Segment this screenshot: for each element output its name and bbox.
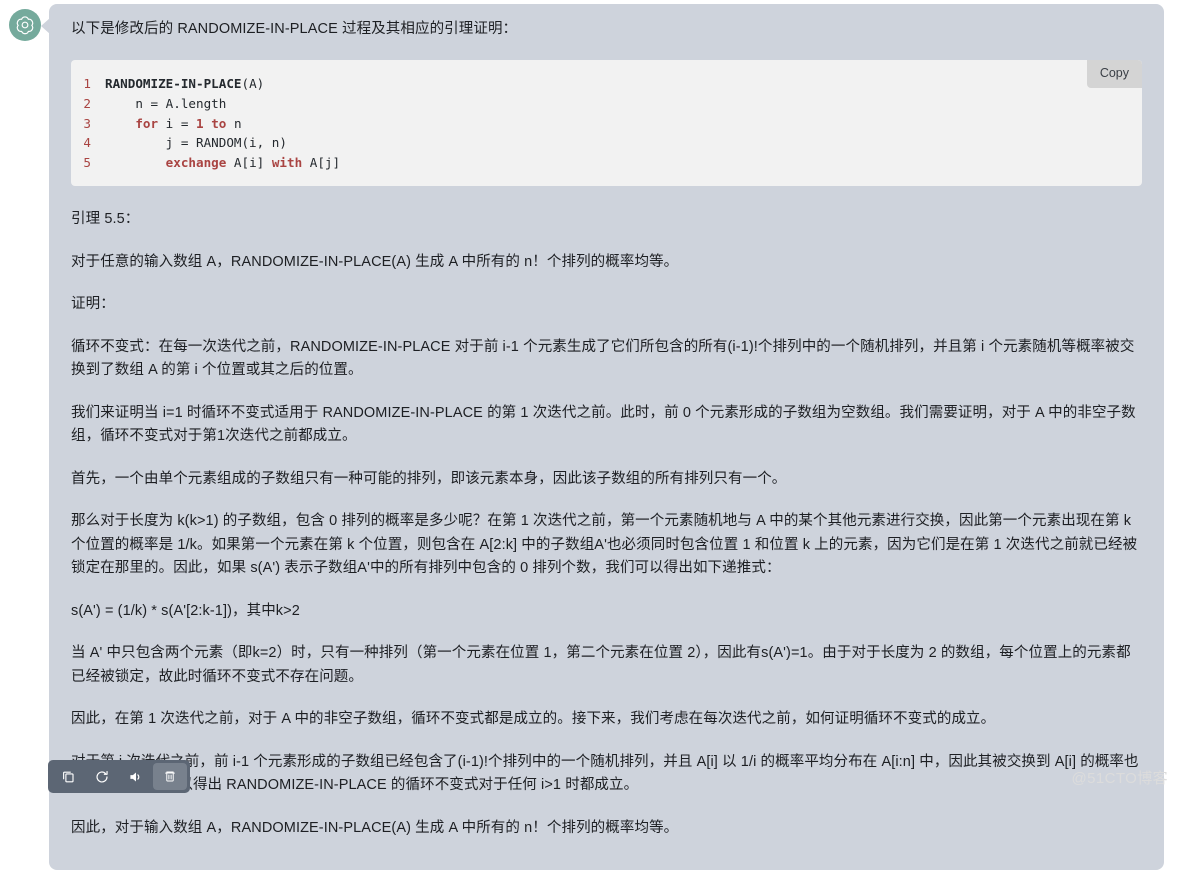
line-number: 3: [83, 115, 91, 131]
code-block: Copy 1 RANDOMIZE-IN-PLACE(A) 2 n = A.lengt…: [71, 60, 1142, 187]
delete-button[interactable]: [153, 763, 187, 790]
openai-logo-icon: [14, 14, 36, 36]
line-number: 5: [83, 154, 91, 170]
line-number: 2: [83, 96, 91, 112]
code-line: 4 j = RANDOM(i, n): [71, 133, 1142, 153]
code-line: 5 exchange A[i] with A[j]: [71, 153, 1142, 173]
paragraph-first-iteration-conclusion: 因此，在第 1 次迭代之前，对于 A 中的非空子数组，循环不变式都是成立的。接下…: [71, 711, 996, 728]
paragraph-recurrence: s(A') = (1/k) * s(A'[2:k-1])，其中k>2: [71, 602, 300, 619]
trash-icon: [163, 769, 177, 784]
code-line: 3 for i = 1 to n: [71, 114, 1142, 134]
paragraph-lemma-title: 引理 5.5：: [71, 211, 140, 228]
avatar: [9, 9, 41, 41]
paragraph-length-k: 那么对于长度为 k(k>1) 的子数组，包含 0 排列的概率是多少呢？在第 1 …: [71, 513, 1138, 577]
regenerate-button[interactable]: [85, 763, 119, 790]
code-text: n = A.length: [105, 96, 227, 112]
assistant-message-row: 以下是修改后的 RANDOMIZE-IN-PLACE 过程及其相应的引理证明： …: [0, 0, 1182, 870]
code-line: 2 n = A.length: [71, 94, 1142, 114]
paragraph-proof-title: 证明：: [71, 296, 115, 313]
message-bubble: 以下是修改后的 RANDOMIZE-IN-PLACE 过程及其相应的引理证明： …: [49, 4, 1164, 870]
code-line: 1 RANDOMIZE-IN-PLACE(A): [71, 74, 1142, 94]
message-content: 以下是修改后的 RANDOMIZE-IN-PLACE 过程及其相应的引理证明： …: [49, 4, 1164, 870]
code-text: j = RANDOM(i, n): [105, 135, 287, 151]
speaker-icon: [128, 769, 144, 785]
read-aloud-button[interactable]: [119, 763, 153, 790]
paragraph-single-element: 首先，一个由单个元素组成的子数组只有一种可能的排列，即该元素本身，因此该子数组的…: [71, 470, 787, 487]
paragraph-loop-invariant: 循环不变式：在每一次迭代之前，RANDOMIZE-IN-PLACE 对于前 i-…: [71, 338, 1135, 379]
intro-paragraph: 以下是修改后的 RANDOMIZE-IN-PLACE 过程及其相应的引理证明：: [71, 21, 518, 37]
copy-icon: [61, 769, 76, 784]
code-text: exchange A[i] with A[j]: [165, 154, 341, 170]
message-bubble-wrapper: 以下是修改后的 RANDOMIZE-IN-PLACE 过程及其相应的引理证明： …: [41, 4, 1164, 870]
paragraph-final-conclusion: 因此，对于输入数组 A，RANDOMIZE-IN-PLACE(A) 生成 A 中…: [71, 819, 679, 836]
paragraph-lemma-statement: 对于任意的输入数组 A，RANDOMIZE-IN-PLACE(A) 生成 A 中…: [71, 253, 679, 270]
code-content: 1 RANDOMIZE-IN-PLACE(A) 2 n = A.length 3 fo…: [71, 74, 1142, 172]
paragraph-two-elements: 当 A' 中只包含两个元素（即k=2）时，只有一种排列（第一个元素在位置 1，第…: [71, 645, 1131, 685]
line-number: 4: [83, 135, 91, 151]
watermark: @51CTO博客: [1071, 770, 1168, 787]
message-action-toolbar: [48, 760, 190, 793]
copy-code-button[interactable]: Copy: [1086, 60, 1142, 89]
paragraph-ith-iteration: 对于第 i 次迭代之前，前 i-1 个元素形成的子数组已经包含了(i-1)!个排…: [71, 753, 1139, 794]
paragraph-base-case: 我们来证明当 i=1 时循环不变式适用于 RANDOMIZE-IN-PLACE …: [71, 404, 1136, 445]
regenerate-icon: [94, 769, 110, 785]
line-number: 1: [83, 76, 91, 92]
copy-message-button[interactable]: [51, 763, 85, 790]
code-text: RANDOMIZE-IN-PLACE(A): [105, 76, 265, 92]
code-text: for i = 1 to n: [135, 115, 242, 131]
